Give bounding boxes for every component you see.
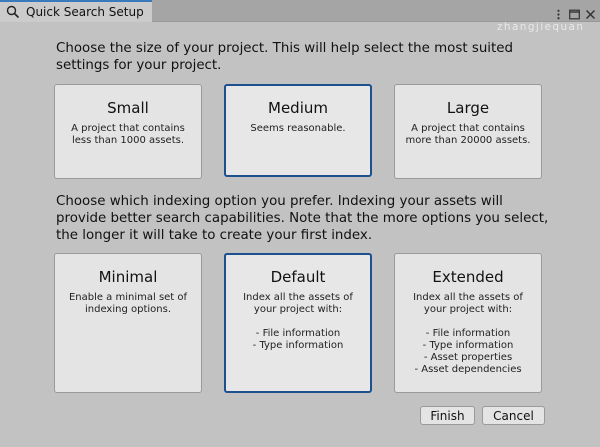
cancel-button[interactable]: Cancel (482, 406, 545, 425)
option-title: Minimal (98, 268, 158, 286)
option-description: A project that contains less than 1000 a… (71, 123, 185, 146)
size-option-medium[interactable]: Medium Seems reasonable. (224, 84, 372, 177)
option-title: Default (270, 268, 326, 286)
option-description: Index all the assets of your project wit… (243, 292, 353, 351)
search-icon (6, 5, 20, 19)
watermark: zhangjiequan (497, 21, 585, 33)
index-option-extended[interactable]: Extended Index all the assets of your pr… (394, 253, 542, 393)
index-option-default[interactable]: Default Index all the assets of your pro… (224, 253, 372, 393)
option-description: Seems reasonable. (250, 123, 346, 134)
title-bar: Quick Search Setup (0, 0, 600, 22)
index-option-minimal[interactable]: Minimal Enable a minimal set of indexing… (54, 253, 202, 393)
finish-button[interactable]: Finish (420, 406, 475, 425)
option-title: Medium (268, 99, 328, 117)
window-tab-title: Quick Search Setup (26, 5, 144, 19)
option-title: Large (446, 99, 490, 117)
option-description: Enable a minimal set of indexing options… (68, 292, 188, 315)
window-tab[interactable]: Quick Search Setup (0, 0, 152, 22)
more-options-icon[interactable] (553, 5, 564, 19)
maximize-icon[interactable] (569, 5, 580, 19)
option-description: Index all the assets of your project wit… (413, 292, 523, 375)
size-option-small[interactable]: Small A project that contains less than … (54, 84, 202, 179)
size-prompt: Choose the size of your project. This wi… (56, 41, 514, 73)
option-title: Extended (432, 268, 504, 286)
size-option-large[interactable]: Large A project that contains more than … (394, 84, 542, 179)
option-title: Small (107, 99, 149, 117)
indexing-prompt: Choose which indexing option you prefer.… (56, 194, 549, 243)
option-description: A project that contains more than 20000 … (405, 123, 531, 146)
close-icon[interactable] (585, 5, 596, 19)
